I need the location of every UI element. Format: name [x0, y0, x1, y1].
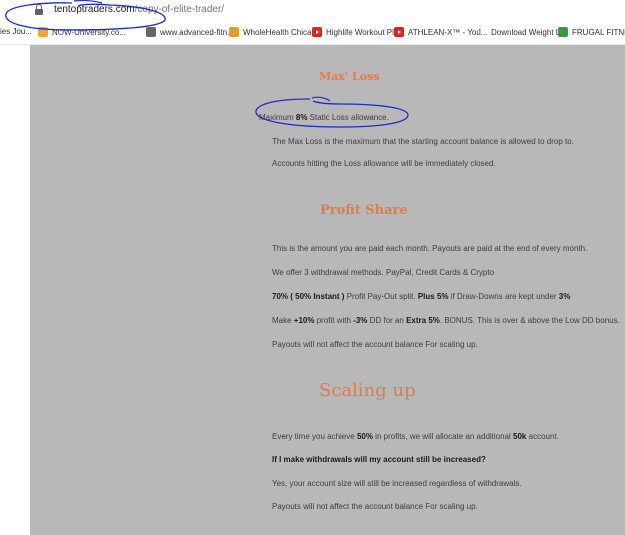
url-domain: tentoptraders.com — [54, 4, 135, 15]
bookmark-item[interactable]: FRUGAL FITNESS ® — [558, 27, 625, 37]
bookmark-label: www.advanced-fitn... — [160, 27, 234, 37]
bold-text: Plus 5% — [417, 292, 449, 301]
text: Make — [272, 316, 294, 325]
text: DD for an — [367, 316, 407, 325]
max-loss-heading: Max' Loss — [319, 70, 380, 83]
bookmark-label: ies Jou... — [0, 27, 33, 36]
bookmark-label: Highlife Workout Pl... — [326, 27, 401, 37]
wholehealth-icon — [229, 27, 239, 37]
scaling-up-line-1: Every time you achieve 50% in profits, w… — [272, 432, 559, 441]
bookmark-label: FRUGAL FITNESS ® — [572, 27, 625, 37]
profit-share-heading: Profit Share — [320, 203, 408, 218]
now-university-icon — [38, 27, 48, 37]
bookmark-label: WholeHealth Chica... — [243, 27, 319, 37]
bold-text: Extra 5% — [406, 316, 440, 325]
bookmark-item[interactable]: Highlife Workout Pl... — [312, 27, 401, 37]
text: . BONUS. This is over & above the Low DD… — [439, 316, 620, 325]
text: Static Loss allowance. — [307, 113, 389, 122]
scaling-up-question: If I make withdrawals will my account st… — [272, 455, 486, 464]
bold-text: +10% — [293, 316, 315, 325]
bold-text: 3% — [558, 292, 571, 301]
frugal-fitness-icon — [558, 27, 568, 37]
bookmark-item[interactable]: ies Jou... — [0, 27, 32, 36]
text: Every time you achieve — [272, 432, 357, 441]
max-loss-line-1: Maximum 8% Static Loss allowance. — [259, 113, 389, 122]
globe-icon — [146, 27, 156, 37]
scaling-up-line-3: Yes, your account size will still be inc… — [272, 479, 522, 488]
youtube-icon — [394, 27, 404, 37]
scaling-up-heading: Scaling up — [319, 380, 416, 401]
text: Profit Pay-Out split. — [344, 292, 418, 301]
page-content: Max' Loss Maximum 8% Static Loss allowan… — [30, 45, 625, 535]
bold-text: 50% — [356, 432, 373, 441]
bookmark-label: NOW-University.co... — [52, 27, 126, 37]
bold-text: 70% ( 50% Instant ) — [272, 292, 345, 301]
text: if Draw-Downs are kept under — [448, 292, 559, 301]
youtube-icon — [312, 27, 322, 37]
bookmark-item[interactable]: WholeHealth Chica... — [229, 27, 318, 37]
lock-icon[interactable] — [35, 4, 43, 16]
text: Maximum — [259, 113, 296, 122]
address-bar[interactable]: tentoptraders.com/copy-of-elite-trader/ — [0, 0, 625, 22]
bookmark-item[interactable]: ↑ Download Weight L... — [477, 27, 567, 37]
download-icon: ↑ — [477, 26, 482, 37]
bookmark-label: Download Weight L... — [491, 27, 567, 37]
scaling-up-line-4: Payouts will not affect the account bala… — [272, 502, 478, 511]
url-path: /copy-of-elite-trader/ — [134, 4, 225, 15]
profit-share-line-5: Payouts will not affect the account bala… — [272, 340, 478, 349]
max-loss-line-3: Accounts hitting the Loss allowance will… — [272, 159, 496, 168]
text: in profits, we will allocate an addition… — [372, 432, 514, 441]
profit-share-line-4: Make +10% profit with -3% DD for an Extr… — [272, 316, 620, 325]
bold-text: -3% — [353, 316, 368, 325]
max-loss-line-2: The Max Loss is the maximum that the sta… — [272, 137, 574, 146]
bold-text: 50k — [513, 432, 527, 441]
bookmarks-bar: ies Jou... NOW-University.co... www.adva… — [0, 22, 625, 45]
bookmark-item[interactable]: NOW-University.co... — [38, 27, 126, 37]
bookmark-item[interactable]: www.advanced-fitn... — [146, 27, 234, 37]
bookmark-label: ATHLEAN-X™ - You... — [408, 27, 488, 37]
profit-share-line-1: This is the amount you are paid each mon… — [272, 244, 588, 253]
url-text[interactable]: tentoptraders.com/copy-of-elite-trader/ — [54, 4, 224, 15]
text: account. — [526, 432, 559, 441]
bold-text: 8% — [295, 113, 308, 122]
bookmark-item[interactable]: ATHLEAN-X™ - You... — [394, 27, 487, 37]
text: profit with — [314, 316, 354, 325]
bold-text: If I make withdrawals will my account st… — [272, 455, 486, 464]
profit-share-line-3: 70% ( 50% Instant ) Profit Pay-Out split… — [272, 292, 570, 301]
profit-share-line-2: We offer 3 withdrawal methods. PayPal, C… — [272, 268, 495, 277]
